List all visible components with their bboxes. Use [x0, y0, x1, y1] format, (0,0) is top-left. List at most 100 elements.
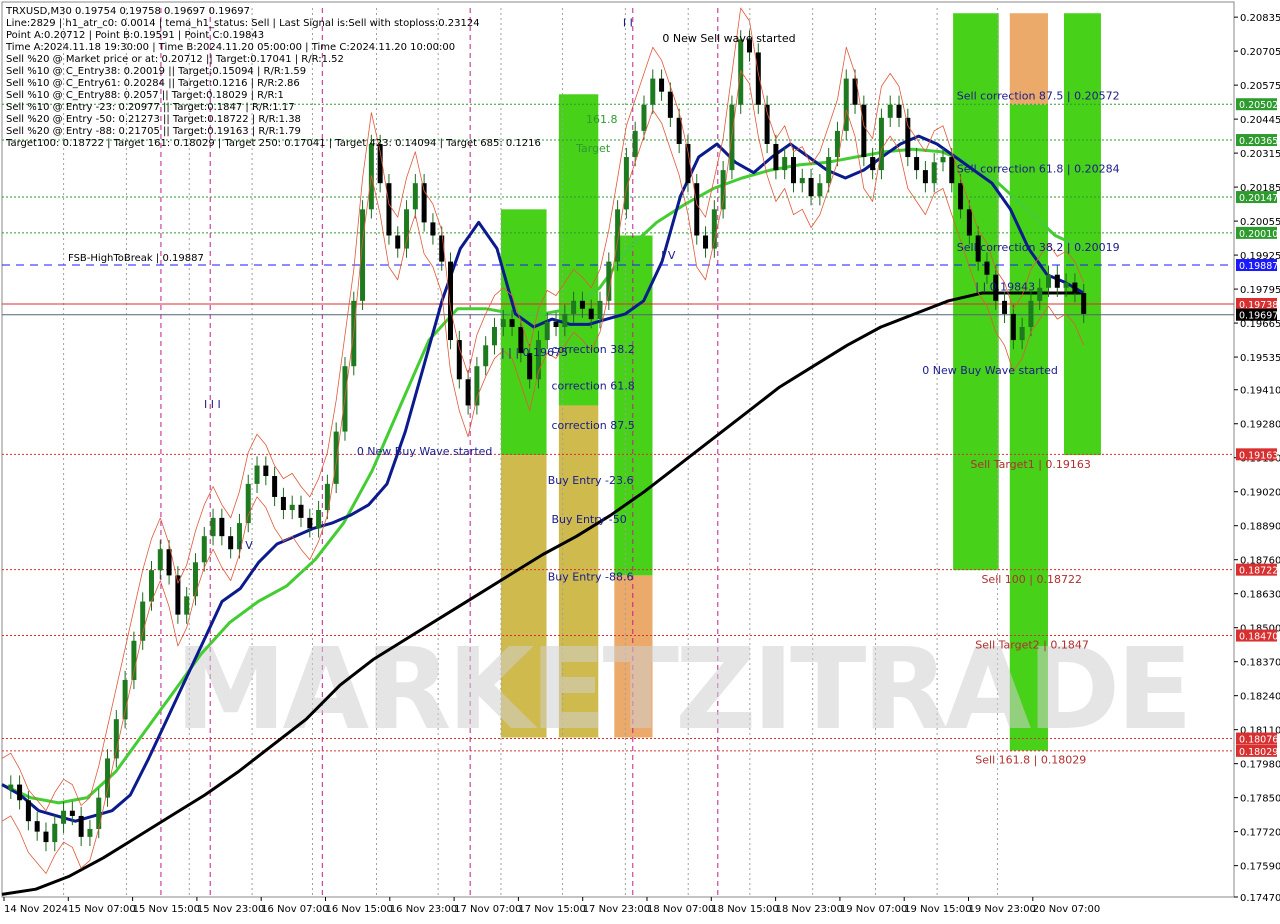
- price-tag-label: 0.19163: [1239, 450, 1278, 461]
- candle-body: [1046, 274, 1052, 288]
- candle-body: [386, 183, 392, 236]
- candle-body: [553, 321, 559, 327]
- x-tick-label: 18 Nov 07:00: [647, 904, 714, 915]
- candle-body: [615, 209, 621, 262]
- annotation-text: Buy Entry -23.6: [548, 474, 634, 487]
- y-tick-label: 0.17980: [1240, 760, 1280, 771]
- candle-body: [509, 319, 515, 327]
- price-tag-label: 0.18029: [1239, 747, 1278, 758]
- annotation-text: | | | 0.19675: [501, 346, 568, 359]
- candle-body: [1037, 287, 1043, 301]
- price-tag-label: 0.20365: [1239, 136, 1278, 147]
- price-tag-label: 0.20147: [1239, 193, 1278, 204]
- candle-body: [52, 823, 58, 843]
- candle-body: [861, 104, 867, 158]
- candle-body: [870, 157, 876, 171]
- candle-body: [764, 104, 770, 144]
- candle-body: [465, 379, 471, 406]
- x-tick-label: 15 Nov 07:00: [68, 904, 135, 915]
- x-tick-label: 14 Nov 2024: [4, 904, 68, 915]
- annotation-text: 0 New Buy Wave started: [357, 445, 493, 458]
- candle-body: [474, 366, 480, 406]
- y-tick-label: 0.17470: [1240, 893, 1280, 904]
- candle-body: [17, 784, 23, 801]
- candle-body: [61, 810, 67, 824]
- candle-body: [1028, 300, 1034, 327]
- candle-body: [1010, 313, 1016, 341]
- candle-body: [1072, 282, 1078, 294]
- price-tag-label: 0.18076: [1239, 735, 1278, 746]
- candle-body: [914, 157, 920, 171]
- candle-body: [289, 504, 295, 511]
- candle-body: [131, 640, 137, 680]
- candle-body: [755, 52, 761, 105]
- header-line: Sell %20 @ Entry -50: 0.21273 || Target:…: [6, 114, 301, 125]
- x-tick-label: 20 Nov 07:00: [1033, 904, 1100, 915]
- candle-body: [175, 575, 181, 615]
- candle-body: [96, 797, 102, 830]
- candle-body: [272, 476, 278, 497]
- candle-body: [157, 549, 163, 571]
- candle-body: [210, 517, 216, 537]
- x-tick-label: 19 Nov 15:00: [904, 904, 971, 915]
- price-tag-label: 0.20010: [1239, 229, 1278, 240]
- candle-body: [966, 209, 972, 236]
- candle-body: [588, 308, 594, 320]
- header-line: Sell %10 @ Entry -23: 0.20977 || Target:…: [6, 102, 295, 113]
- y-tick-label: 0.19280: [1240, 420, 1280, 431]
- level-label: FSB-HighToBreak | 0.19887: [68, 253, 204, 264]
- annotation-text: Sell 161.8 | 0.18029: [975, 754, 1086, 767]
- annotation-text: | | 0.19843: [975, 280, 1035, 293]
- candle-body: [491, 326, 497, 346]
- candle-body: [650, 78, 656, 105]
- candle-body: [122, 679, 128, 720]
- candle-body: [782, 157, 788, 171]
- annotation-text: 161.8: [586, 113, 618, 126]
- x-tick-label: 15 Nov 23:00: [197, 904, 264, 915]
- x-tick-label: 18 Nov 23:00: [776, 904, 843, 915]
- candle-body: [456, 340, 462, 380]
- candle-body: [949, 157, 955, 184]
- price-tag-label: 0.18470: [1239, 632, 1278, 643]
- header-line: Sell %20 @ Market price or at: 0.20712 |…: [6, 54, 344, 65]
- header-line: Time A:2024.11.18 19:30:00 | Time B:2024…: [5, 42, 455, 53]
- candle-body: [34, 821, 40, 832]
- candle-body: [184, 596, 190, 615]
- candle-body: [1063, 282, 1069, 288]
- candle-body: [500, 319, 506, 327]
- header-line: Sell %10 @ C_Entry88: 0.2057 || Target:0…: [6, 90, 284, 101]
- y-tick-label: 0.20835: [1240, 13, 1280, 24]
- candle-body: [571, 300, 577, 314]
- x-tick-label: 19 Nov 07:00: [840, 904, 907, 915]
- annotation-text: Target: [575, 142, 611, 155]
- annotation-text: correction 87.5: [551, 419, 634, 432]
- candle-body: [711, 209, 717, 249]
- annotation-text: correction 61.8: [551, 380, 634, 393]
- candle-body: [632, 130, 638, 158]
- candle-body: [694, 183, 700, 236]
- zone-green: [1063, 13, 1101, 456]
- candle-body: [421, 183, 427, 223]
- candle-body: [254, 465, 260, 484]
- candle-body: [1054, 274, 1060, 288]
- zone-green: [500, 209, 547, 456]
- price-tag-label: 0.19697: [1239, 311, 1278, 322]
- candle-body: [43, 831, 49, 843]
- candle-body: [333, 431, 339, 484]
- y-tick-label: 0.18890: [1240, 522, 1280, 533]
- candle-body: [940, 157, 946, 163]
- annotation-text: I V: [661, 249, 676, 262]
- candle-body: [316, 510, 322, 529]
- candle-body: [1002, 300, 1008, 314]
- candle-body: [298, 504, 304, 518]
- annotation-text: Buy Entry -88.6: [548, 571, 634, 584]
- candle-body: [25, 800, 31, 822]
- candle-body: [579, 300, 585, 309]
- candle-body: [544, 321, 550, 341]
- y-tick-label: 0.19020: [1240, 488, 1280, 499]
- candle-body: [817, 183, 823, 197]
- candle-body: [192, 562, 198, 597]
- chart-root: FSB-HighToBreak | 0.19887 MARKETZITRADE …: [0, 0, 1280, 920]
- candle-body: [1081, 293, 1087, 314]
- candle-body: [659, 78, 665, 92]
